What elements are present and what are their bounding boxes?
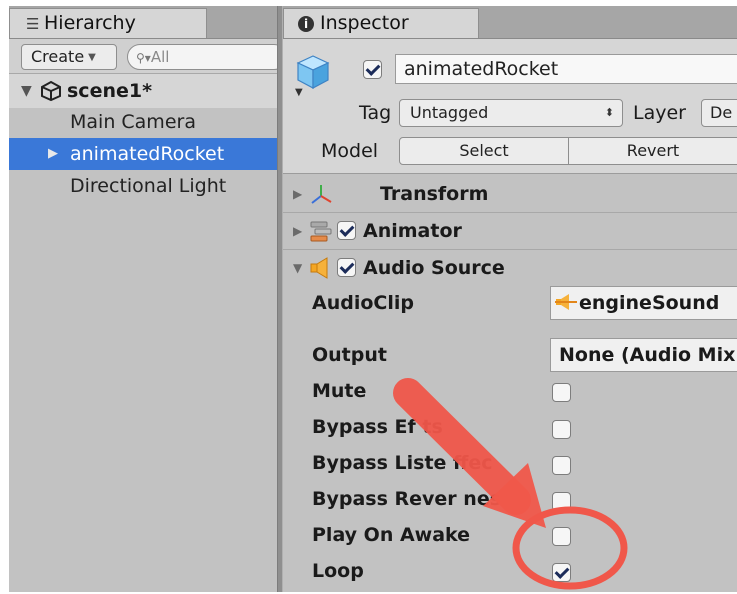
hierarchy-list-icon: ☰ bbox=[26, 15, 40, 33]
foldout-open-icon[interactable]: ▼ bbox=[21, 74, 32, 108]
play-on-awake-label: Play On Awake bbox=[312, 524, 471, 546]
tag-label: Tag bbox=[359, 102, 392, 124]
hierarchy-item-directional-light[interactable]: Directional Light bbox=[9, 170, 277, 202]
foldout-closed-icon[interactable]: ▶ bbox=[48, 138, 58, 170]
transform-axes-icon bbox=[311, 185, 332, 204]
bypass-effects-checkbox[interactable] bbox=[552, 420, 571, 439]
cube-icon bbox=[296, 55, 330, 89]
tab-inspector-label: Inspector bbox=[320, 12, 409, 34]
loop-checkbox[interactable] bbox=[552, 563, 571, 582]
foldout-closed-icon[interactable]: ▶ bbox=[293, 176, 302, 212]
tag-value: Untagged bbox=[410, 103, 489, 122]
bypass-effects-label: Bypass Ef ts bbox=[312, 416, 443, 438]
model-select-button[interactable]: Select bbox=[399, 137, 569, 165]
loop-label: Loop bbox=[312, 560, 364, 582]
search-icon: ⚲▾ bbox=[136, 51, 151, 65]
hierarchy-panel: ☰ Hierarchy Create ▼ ⚲▾All ▼ scene1* Mai… bbox=[9, 6, 287, 592]
hierarchy-item-label: Directional Light bbox=[70, 175, 227, 197]
audioclip-value: engineSound bbox=[579, 292, 720, 314]
inspector-tabstrip: i Inspector bbox=[283, 6, 737, 39]
component-title: Transform bbox=[380, 183, 489, 205]
animator-icon bbox=[310, 221, 332, 242]
audio-clip-icon bbox=[555, 294, 577, 310]
hierarchy-item-label: Main Camera bbox=[70, 111, 196, 133]
object-name-field[interactable]: animatedRocket bbox=[395, 54, 737, 84]
tab-hierarchy-label: Hierarchy bbox=[44, 12, 136, 34]
mute-checkbox[interactable] bbox=[552, 383, 571, 402]
model-revert-button[interactable]: Revert bbox=[568, 137, 737, 165]
foldout-open-icon[interactable]: ▼ bbox=[293, 250, 302, 286]
play-on-awake-checkbox[interactable] bbox=[552, 527, 571, 546]
audioclip-field[interactable]: engineSound bbox=[550, 286, 737, 320]
create-label: Create bbox=[31, 47, 85, 66]
scene-row[interactable]: ▼ scene1* bbox=[9, 74, 277, 108]
hierarchy-item-main-camera[interactable]: Main Camera bbox=[9, 106, 277, 138]
animator-enabled-checkbox[interactable] bbox=[337, 221, 356, 240]
component-title: Audio Source bbox=[363, 257, 505, 279]
component-audio-source-header[interactable]: ▼ Audio Source bbox=[283, 250, 737, 286]
model-label: Model bbox=[321, 140, 379, 162]
foldout-closed-icon[interactable]: ▶ bbox=[293, 213, 302, 249]
scene-name: scene1* bbox=[67, 80, 153, 102]
speaker-icon bbox=[310, 257, 328, 279]
updown-arrows-icon: ⬍ bbox=[604, 106, 614, 119]
hierarchy-search-input[interactable]: ⚲▾All bbox=[127, 44, 287, 70]
component-transform-header[interactable]: ▶ Transform bbox=[283, 176, 737, 213]
tab-inspector[interactable]: i Inspector bbox=[283, 8, 479, 38]
unity-scene-icon bbox=[39, 75, 63, 109]
bypass-reverb-zones-checkbox[interactable] bbox=[552, 492, 571, 511]
create-dropdown-button[interactable]: Create ▼ bbox=[21, 44, 117, 70]
inspector-header: ▼ animatedRocket Tag Untagged ⬍ Layer De… bbox=[283, 39, 737, 174]
output-field[interactable]: None (Audio Mix bbox=[550, 338, 737, 372]
hierarchy-item-label: animatedRocket bbox=[70, 143, 225, 165]
info-icon: i bbox=[298, 16, 314, 32]
tag-dropdown[interactable]: Untagged ⬍ bbox=[399, 99, 623, 127]
icon-dropdown-caret-icon[interactable]: ▼ bbox=[295, 87, 303, 98]
component-animator-header[interactable]: ▶ Animator bbox=[283, 213, 737, 250]
bypass-listener-effects-label: Bypass Liste ffec bbox=[312, 452, 493, 474]
bypass-reverb-zones-label: Bypass Rever nes bbox=[312, 488, 502, 510]
audioclip-label: AudioClip bbox=[312, 292, 414, 314]
audio-source-enabled-checkbox[interactable] bbox=[337, 258, 356, 277]
layer-label: Layer bbox=[633, 102, 686, 124]
bypass-listener-effects-checkbox[interactable] bbox=[552, 456, 571, 475]
hierarchy-tabstrip: ☰ Hierarchy bbox=[9, 6, 277, 39]
object-active-checkbox[interactable] bbox=[363, 60, 382, 79]
unity-editor-window: ☰ Hierarchy Create ▼ ⚲▾All ▼ scene1* Mai… bbox=[9, 6, 737, 592]
search-placeholder: All bbox=[150, 48, 170, 66]
tab-hierarchy[interactable]: ☰ Hierarchy bbox=[9, 8, 207, 38]
inspector-panel: i Inspector ▼ animatedRocket Tag Untagged… bbox=[283, 6, 737, 592]
layer-dropdown[interactable]: De bbox=[701, 99, 737, 127]
chevron-down-icon: ▼ bbox=[88, 52, 96, 63]
hierarchy-item-animated-rocket[interactable]: ▶ animatedRocket bbox=[9, 138, 277, 170]
mute-label: Mute bbox=[312, 380, 367, 402]
component-title: Animator bbox=[363, 220, 462, 242]
layer-value: De bbox=[710, 103, 733, 122]
output-label: Output bbox=[312, 344, 387, 366]
hierarchy-toolbar: Create ▼ ⚲▾All bbox=[9, 39, 287, 74]
